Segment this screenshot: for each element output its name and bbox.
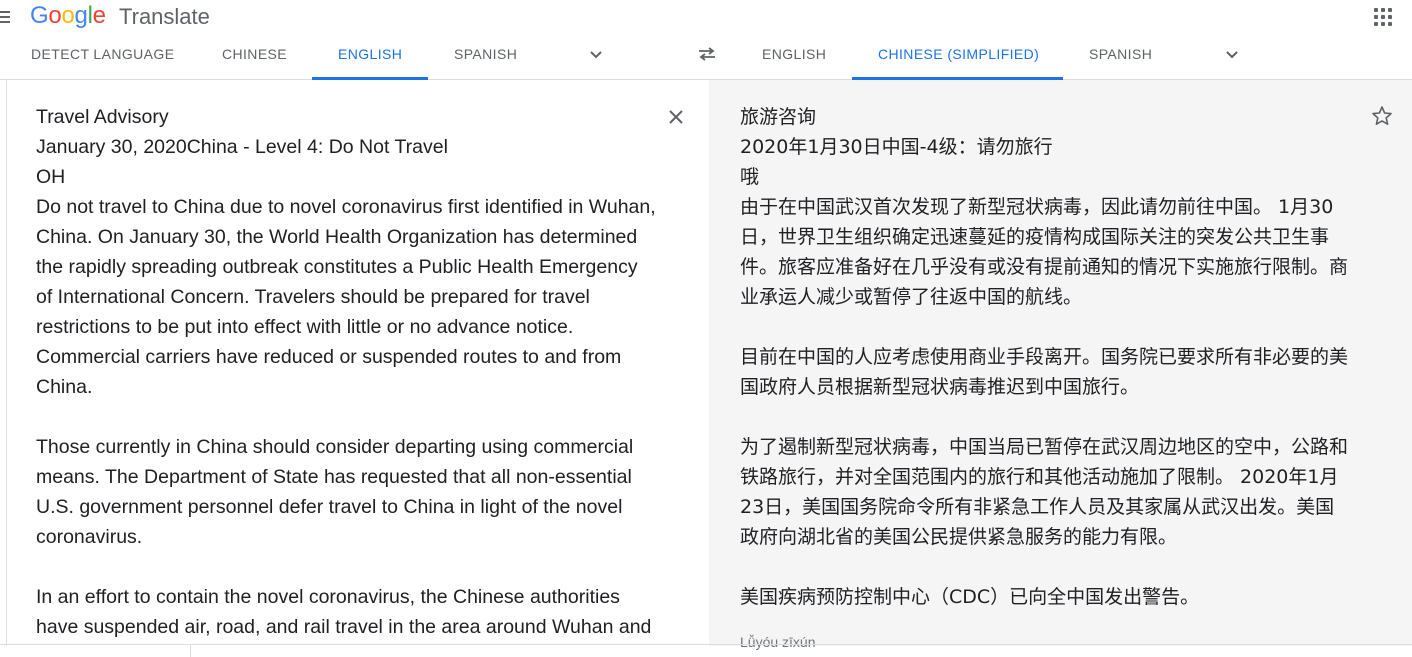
source-text-panel[interactable]: Travel Advisory January 30, 2020China - … [6,80,708,646]
source-line: January 30, 2020China - Level 4: Do Not … [36,136,448,158]
translation-blank-line [740,552,1352,582]
translation-line: 旅游咨询 [740,106,817,128]
translation-line: 哦 [740,166,760,188]
source-textarea[interactable]: Travel Advisory January 30, 2020China - … [36,102,656,642]
translation-line: 2020年1月30日中国-4级：请勿旅行 [740,136,1053,158]
source-language-more-chevron-icon[interactable] [590,48,602,60]
translation-paragraph: 为了遏制新型冠状病毒，中国当局已暂停在武汉周边地区的空中，公路和铁路旅行，并对全… [740,436,1349,548]
target-language-more-chevron-icon[interactable] [1226,48,1238,60]
translation-panel: 旅游咨询 2020年1月30日中国-4级：请勿旅行 哦 由于在中国武汉首次发现了… [709,80,1412,650]
bottom-divider [0,644,1412,645]
source-tab-chinese[interactable]: CHINESE [222,46,287,80]
menu-icon[interactable] [0,8,12,26]
source-blank-line [36,552,656,582]
source-tab-english[interactable]: ENGLISH [338,46,402,80]
source-line: OH [36,166,66,188]
translation-paragraph: 由于在中国武汉首次发现了新型冠状病毒，因此请勿前往中国。 1月30日，世界卫生组… [740,196,1349,308]
target-tab-spanish[interactable]: SPANISH [1089,46,1152,80]
translation-paragraph: 美国疾病预防控制中心（CDC）已向全中国发出警告。 [740,586,1200,608]
translation-paragraph: 目前在中国的人应考虑使用商业手段离开。国务院已要求所有非必要的美国政府人员根据新… [740,346,1349,398]
source-paragraph: In an effort to contain the novel corona… [36,586,652,638]
target-tab-chinese-simplified[interactable]: CHINESE (SIMPLIFIED) [878,46,1039,80]
source-paragraph: Do not travel to China due to novel coro… [36,196,656,398]
google-translate-app: Google Translate DETECT LANGUAGE CHINESE… [0,0,1412,657]
product-name: Translate [119,4,210,29]
save-translation-star-icon[interactable] [1370,104,1394,128]
swap-languages-icon[interactable] [697,47,717,61]
source-tab-detect-language[interactable]: DETECT LANGUAGE [31,46,174,80]
language-tab-row: DETECT LANGUAGE CHINESE ENGLISH SPANISH … [0,36,1412,80]
clear-source-text-close-icon[interactable] [667,108,685,126]
target-tab-english[interactable]: ENGLISH [762,46,826,80]
source-paragraph: Those currently in China should consider… [36,436,634,548]
translation-output: 旅游咨询 2020年1月30日中国-4级：请勿旅行 哦 由于在中国武汉首次发现了… [740,102,1352,612]
bottom-divider-tick [190,645,191,657]
source-tab-spanish[interactable]: SPANISH [454,46,517,80]
source-blank-line [36,402,656,432]
google-logo[interactable]: Google [30,2,106,30]
transliteration-text: Lǚyóu zīxún [740,634,816,650]
translation-blank-line [740,312,1352,342]
translation-blank-line [740,402,1352,432]
apps-grid-icon[interactable] [1374,8,1392,26]
source-line: Travel Advisory [36,106,169,128]
